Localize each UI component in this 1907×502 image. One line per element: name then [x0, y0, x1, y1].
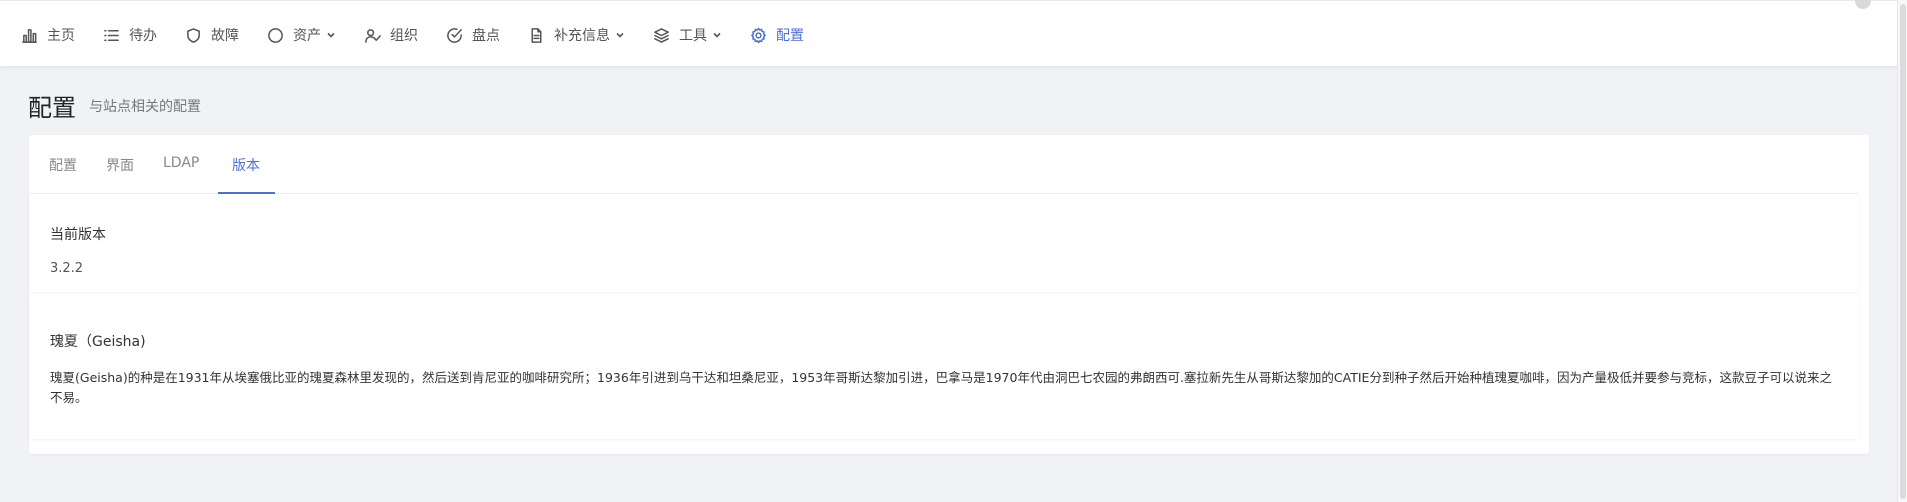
nav-item-fault[interactable]: 故障 — [184, 23, 239, 47]
nav-item-supplement[interactable]: 补充信息 — [527, 23, 625, 47]
nav-label-todo: 待办 — [129, 28, 157, 44]
nav-item-home[interactable]: 主页 — [20, 23, 75, 47]
chevron-down-icon — [326, 30, 336, 40]
vertical-scrollbar[interactable] — [1897, 0, 1907, 502]
nav-label-inventory: 盘点 — [472, 28, 500, 44]
version-section: 当前版本 3.2.2 — [29, 194, 1859, 292]
main-menu: 主页 待办 故障 资产 组织 盘点 补充信息 工具 配置 — [20, 23, 804, 47]
page-subtitle: 与站点相关的配置 — [89, 99, 201, 115]
layers-icon — [652, 26, 670, 44]
nav-item-inventory[interactable]: 盘点 — [445, 23, 500, 47]
tab-config[interactable]: 配置 — [49, 155, 77, 175]
check-circle-icon — [445, 26, 463, 44]
settings-tabs: 配置 界面 LDAP 版本 — [29, 135, 1859, 194]
nav-item-asset[interactable]: 资产 — [266, 23, 336, 47]
file-text-icon — [527, 26, 545, 44]
nav-item-config[interactable]: 配置 — [749, 23, 804, 47]
nav-label-fault: 故障 — [211, 28, 239, 44]
geisha-section-body: 瑰夏(Geisha)的种是在1931年从埃塞俄比亚的瑰夏森林里发现的，然后送到肯… — [50, 370, 1832, 405]
shield-icon — [184, 26, 202, 44]
geisha-section: 瑰夏（Geisha) 瑰夏(Geisha)的种是在1931年从埃塞俄比亚的瑰夏森… — [29, 298, 1859, 439]
page-title: 配置 — [28, 94, 76, 122]
nav-item-todo[interactable]: 待办 — [102, 23, 157, 47]
gear-icon — [749, 26, 767, 44]
settings-card: 配置 界面 LDAP 版本 当前版本 3.2.2 瑰夏（Geisha) 瑰夏(G… — [29, 135, 1869, 454]
chevron-down-icon — [615, 30, 625, 40]
nav-label-org: 组织 — [390, 28, 418, 44]
top-navigation-bar: 主页 待办 故障 资产 组织 盘点 补充信息 工具 配置 — [0, 0, 1907, 66]
version-section-title: 当前版本 — [50, 227, 106, 243]
tab-ldap[interactable]: LDAP — [163, 155, 199, 171]
nav-item-org[interactable]: 组织 — [363, 23, 418, 47]
nav-label-config: 配置 — [776, 28, 804, 44]
geisha-section-title: 瑰夏（Geisha) — [50, 334, 146, 350]
bar-chart-icon — [20, 26, 38, 44]
nav-label-home: 主页 — [47, 28, 75, 44]
version-value: 3.2.2 — [50, 261, 84, 276]
scrollbar-thumb[interactable] — [1900, 4, 1906, 499]
chevron-down-icon — [712, 30, 722, 40]
nav-item-tools[interactable]: 工具 — [652, 23, 722, 47]
circle-icon — [266, 26, 284, 44]
list-icon — [102, 26, 120, 44]
nav-label-tools: 工具 — [679, 28, 707, 44]
tab-interface[interactable]: 界面 — [106, 155, 134, 175]
avatar[interactable] — [1855, 0, 1871, 9]
tab-version[interactable]: 版本 — [232, 155, 260, 175]
user-check-icon — [363, 26, 381, 44]
nav-label-supplement: 补充信息 — [554, 28, 610, 44]
nav-label-asset: 资产 — [293, 28, 321, 44]
